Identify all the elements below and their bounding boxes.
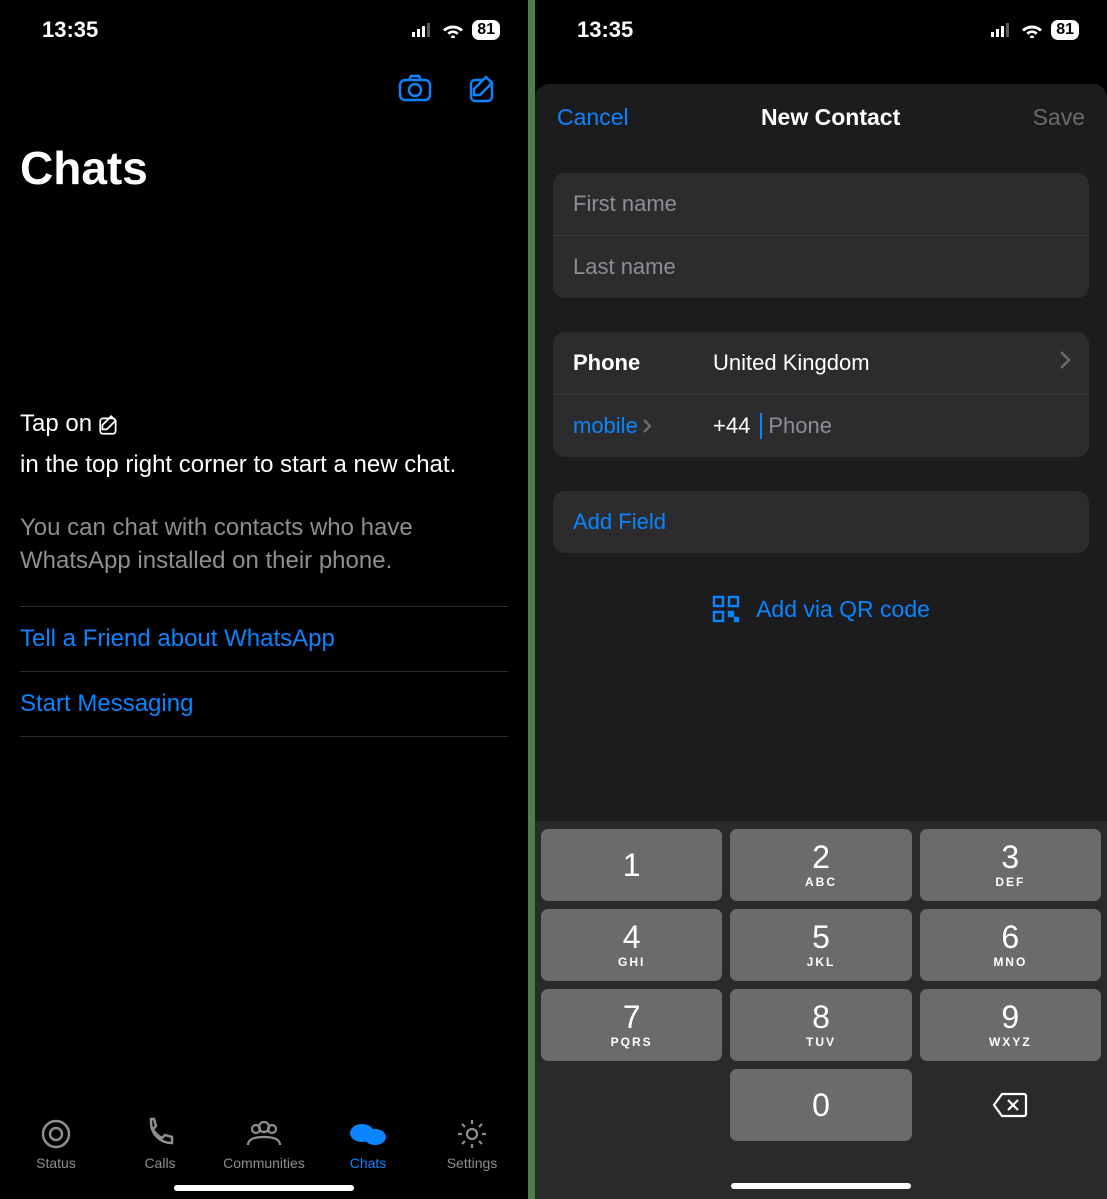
tab-status[interactable]: Status [11, 1117, 101, 1171]
clock: 13:35 [577, 17, 633, 43]
key-5[interactable]: 5JKL [730, 909, 911, 981]
camera-icon[interactable] [398, 74, 432, 109]
sheet-header: Cancel New Contact Save [535, 84, 1107, 149]
backspace-key[interactable] [920, 1069, 1101, 1141]
phone-type-button[interactable]: mobile [573, 413, 703, 439]
last-name-field[interactable]: Last name [553, 236, 1089, 298]
key-1[interactable]: 1 [541, 829, 722, 901]
key-7[interactable]: 7PQRS [541, 989, 722, 1061]
empty-hint-primary: Tap on in the top right corner to start … [20, 407, 508, 483]
key-blank [541, 1069, 722, 1141]
country-row[interactable]: Phone United Kingdom [553, 332, 1089, 395]
clock: 13:35 [42, 17, 98, 43]
chats-toolbar [0, 60, 528, 119]
status-bar: 13:35 81 [0, 0, 528, 60]
add-field-button[interactable]: Add Field [553, 491, 1089, 553]
qr-icon [712, 595, 740, 623]
wifi-icon [442, 22, 464, 38]
new-contact-sheet: Cancel New Contact Save First name Last … [535, 84, 1107, 1199]
numeric-keypad: 12ABC3DEF 4GHI5JKL6MNO 7PQRS8TUV9WXYZ0 [535, 821, 1107, 1199]
phone-number-row[interactable]: mobile +44 Phone [553, 395, 1089, 457]
cellular-icon [991, 23, 1013, 37]
key-0[interactable]: 0 [730, 1069, 911, 1141]
chevron-right-icon [642, 418, 652, 434]
key-9[interactable]: 9WXYZ [920, 989, 1101, 1061]
start-messaging-link[interactable]: Start Messaging [20, 671, 508, 737]
key-4[interactable]: 4GHI [541, 909, 722, 981]
status-icons: 81 [412, 20, 500, 40]
compose-icon[interactable] [468, 74, 498, 109]
add-via-qr-button[interactable]: Add via QR code [535, 595, 1107, 623]
name-group: First name Last name [553, 173, 1089, 298]
status-bar: 13:35 81 [535, 0, 1107, 60]
empty-hint-secondary: You can chat with contacts who have What… [20, 511, 508, 578]
tab-settings[interactable]: Settings [427, 1117, 517, 1171]
cancel-button[interactable]: Cancel [557, 104, 629, 131]
tell-friend-link[interactable]: Tell a Friend about WhatsApp [20, 606, 508, 671]
cellular-icon [412, 23, 434, 37]
new-contact-screen: 13:35 81 Cancel New Contact Save First n… [535, 0, 1107, 1199]
phone-group: Phone United Kingdom mobile +44 Phone [553, 332, 1089, 457]
phone-label: Phone [573, 350, 713, 376]
home-indicator[interactable] [731, 1183, 911, 1189]
home-indicator[interactable] [174, 1185, 354, 1191]
battery-indicator: 81 [1051, 20, 1079, 40]
key-8[interactable]: 8TUV [730, 989, 911, 1061]
whatsapp-chats-screen: 13:35 81 Chats Tap on in the top right c… [0, 0, 528, 1199]
compose-inline-icon [98, 414, 120, 436]
backspace-icon [992, 1092, 1028, 1118]
tab-calls[interactable]: Calls [115, 1117, 205, 1171]
wifi-icon [1021, 22, 1043, 38]
first-name-field[interactable]: First name [553, 173, 1089, 236]
dial-code: +44 [713, 413, 750, 439]
status-icons: 81 [991, 20, 1079, 40]
country-value: United Kingdom [713, 350, 1059, 376]
page-title: Chats [0, 119, 528, 205]
tab-communities[interactable]: Communities [219, 1117, 309, 1171]
save-button[interactable]: Save [1033, 104, 1085, 131]
key-6[interactable]: 6MNO [920, 909, 1101, 981]
battery-indicator: 81 [472, 20, 500, 40]
key-3[interactable]: 3DEF [920, 829, 1101, 901]
sheet-title: New Contact [761, 104, 900, 131]
chevron-right-icon [1059, 350, 1071, 376]
empty-state: Tap on in the top right corner to start … [0, 205, 528, 1109]
phone-input[interactable]: Phone [760, 413, 832, 439]
key-2[interactable]: 2ABC [730, 829, 911, 901]
tab-chats[interactable]: Chats [323, 1117, 413, 1171]
